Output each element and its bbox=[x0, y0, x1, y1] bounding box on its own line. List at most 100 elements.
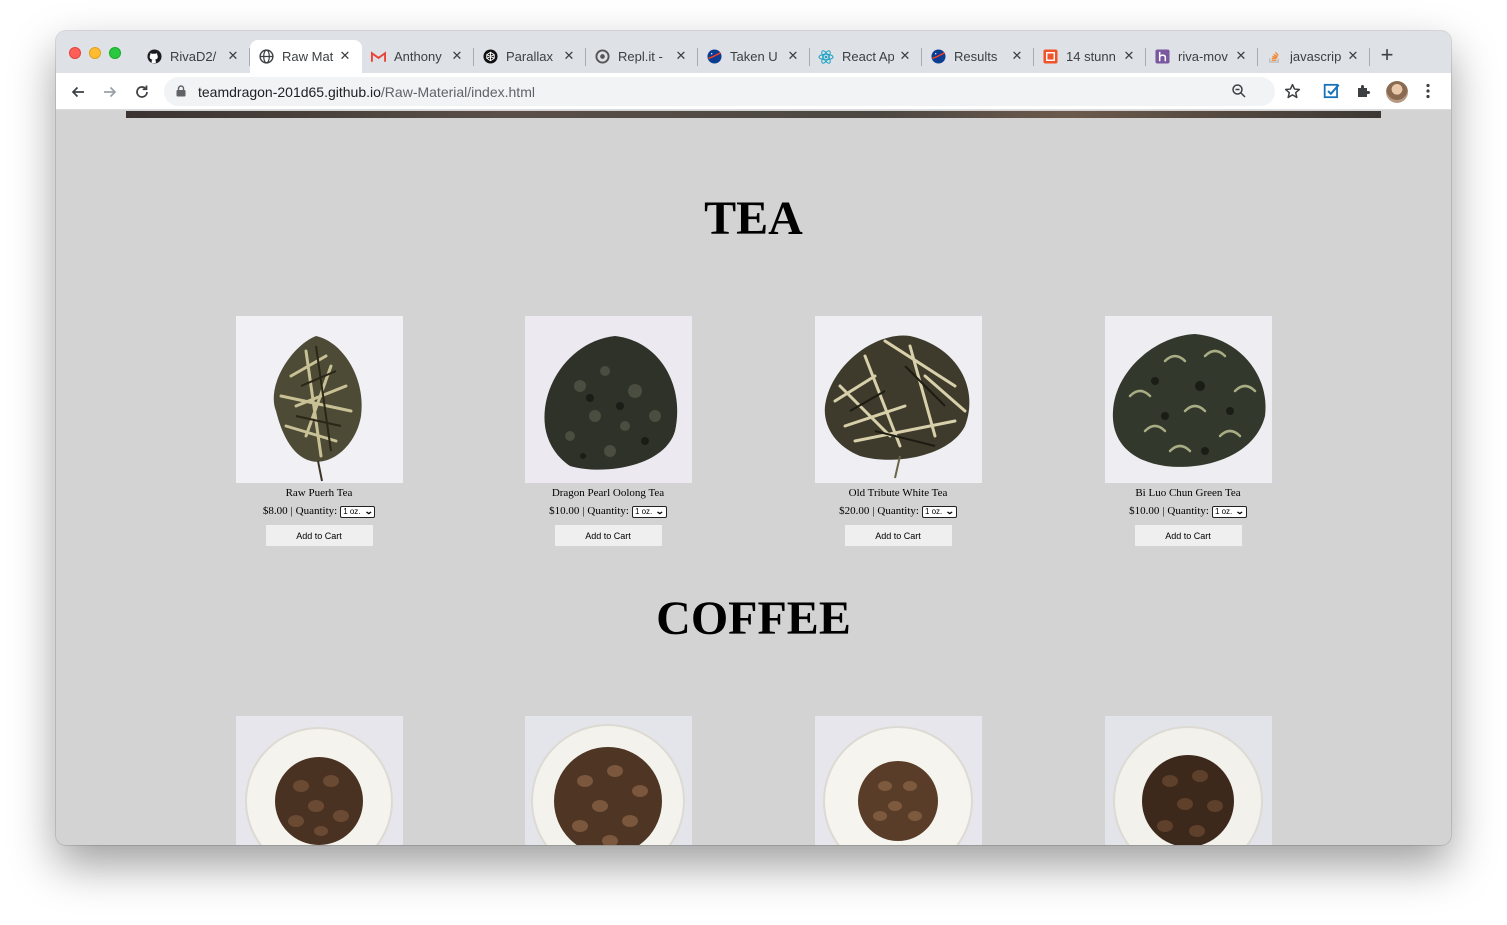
close-tab-icon[interactable]: ✕ bbox=[1234, 49, 1248, 63]
add-to-cart-button[interactable]: Add to Cart bbox=[265, 525, 373, 546]
minimize-window-button[interactable] bbox=[89, 47, 101, 59]
close-tab-icon[interactable]: ✕ bbox=[450, 49, 464, 63]
close-tab-icon[interactable]: ✕ bbox=[786, 49, 800, 63]
arrow-left-icon bbox=[71, 86, 84, 98]
tab-replit[interactable]: Repl.it - ✕ bbox=[586, 40, 698, 73]
close-tab-icon[interactable]: ✕ bbox=[226, 49, 240, 63]
tab-label: Parallax bbox=[506, 49, 553, 64]
product-name: Old Tribute White Tea bbox=[848, 487, 948, 499]
product-name: Bi Luo Chun Green Tea bbox=[1135, 487, 1241, 499]
close-tab-icon[interactable]: ✕ bbox=[674, 49, 688, 63]
browser-toolbar: teamdragon-201d65.github.io/Raw-Material… bbox=[56, 73, 1451, 110]
product-price: $10.00 bbox=[549, 505, 580, 517]
old-tribute-white-tea-image bbox=[814, 316, 982, 483]
product-card-raw-puerh-tea: Raw Puerh Tea $8.00 | Quantity: 1 oz. ⌄ A… bbox=[209, 316, 429, 546]
quantity-label: | Quantity: bbox=[290, 505, 338, 517]
quantity-select[interactable]: 1 oz. ⌄ bbox=[340, 505, 376, 518]
address-bar[interactable]: teamdragon-201d65.github.io/Raw-Material… bbox=[164, 77, 1275, 106]
chevron-down-icon: ⌄ bbox=[655, 506, 665, 516]
close-window-button[interactable] bbox=[69, 47, 81, 59]
dragon-pearl-oolong-tea-image bbox=[524, 316, 692, 483]
coffee-section-title: COFFEE bbox=[656, 592, 851, 645]
product-card-coffee-1 bbox=[209, 716, 429, 845]
product-card-coffee-3 bbox=[788, 716, 1008, 845]
heroku-icon bbox=[1154, 49, 1170, 65]
tab-label: Results bbox=[954, 49, 998, 64]
back-button[interactable] bbox=[66, 80, 90, 104]
extensions-puzzle-icon[interactable] bbox=[1354, 81, 1374, 101]
github-icon bbox=[146, 49, 162, 65]
product-card-old-tribute-white-tea: Old Tribute White Tea $20.00 | Quantity:… bbox=[788, 316, 1008, 546]
tab-nasa-taken[interactable]: Taken U ✕ bbox=[698, 40, 810, 73]
lock-icon bbox=[176, 85, 186, 97]
add-to-cart-button[interactable]: Add to Cart bbox=[844, 525, 952, 546]
tab-gmail[interactable]: Anthony ✕ bbox=[362, 40, 474, 73]
tab-label: React Ap bbox=[842, 49, 894, 64]
price-quantity-line: $8.00 | Quantity: 1 oz. ⌄ bbox=[209, 504, 429, 519]
quantity-value: 1 oz. bbox=[924, 507, 943, 516]
product-price: $20.00 bbox=[839, 505, 870, 517]
tab-strip: RivaD2/ ✕ Raw Mat ✕ Anthony ✕ Parallax ✕… bbox=[56, 31, 1451, 73]
tab-label: 14 stunn bbox=[1066, 49, 1116, 64]
nasa-icon bbox=[930, 49, 946, 65]
add-to-cart-button[interactable]: Add to Cart bbox=[1134, 525, 1242, 546]
quantity-select[interactable]: 1 oz. ⌄ bbox=[921, 505, 957, 518]
tab-stackoverflow[interactable]: javascrip ✕ bbox=[1258, 40, 1370, 73]
close-tab-icon[interactable]: ✕ bbox=[1122, 49, 1136, 63]
zoom-icon[interactable] bbox=[1231, 83, 1247, 99]
chevron-down-icon: ⌄ bbox=[1235, 506, 1245, 516]
task-extension-icon[interactable] bbox=[1322, 81, 1342, 101]
tab-codepen[interactable]: Parallax ✕ bbox=[474, 40, 586, 73]
bookmark-star-icon[interactable] bbox=[1282, 81, 1302, 101]
close-tab-icon[interactable]: ✕ bbox=[562, 49, 576, 63]
new-tab-button[interactable]: + bbox=[1376, 44, 1398, 67]
globe-icon bbox=[258, 49, 274, 65]
tab-codebeautify[interactable]: 14 stunn ✕ bbox=[1034, 40, 1146, 73]
url-path: /Raw-Material/index.html bbox=[380, 84, 535, 100]
quantity-value: 1 oz. bbox=[343, 507, 361, 516]
tab-react[interactable]: React Ap ✕ bbox=[810, 40, 922, 73]
arrow-right-icon bbox=[104, 86, 117, 98]
reload-icon bbox=[136, 85, 148, 98]
quantity-value: 1 oz. bbox=[1214, 507, 1233, 516]
tab-label: Anthony bbox=[394, 49, 442, 64]
replit-icon bbox=[594, 49, 610, 65]
maximize-window-button[interactable] bbox=[109, 47, 121, 59]
tab-label: Raw Mat bbox=[282, 49, 334, 64]
tab-label: javascrip bbox=[1290, 49, 1342, 64]
product-price: $8.00 bbox=[262, 505, 288, 517]
url-host: teamdragon-201d65.github.io bbox=[198, 84, 381, 100]
profile-avatar[interactable] bbox=[1386, 81, 1408, 103]
reload-button[interactable] bbox=[130, 80, 154, 104]
tab-github[interactable]: RivaD2/ ✕ bbox=[138, 40, 250, 73]
product-price: $10.00 bbox=[1129, 505, 1160, 517]
quantity-select[interactable]: 1 oz. ⌄ bbox=[631, 505, 667, 518]
stackoverflow-icon bbox=[1266, 49, 1282, 65]
tab-raw-material[interactable]: Raw Mat ✕ bbox=[250, 40, 362, 73]
tab-nasa-results[interactable]: Results ✕ bbox=[922, 40, 1034, 73]
gmail-icon bbox=[370, 49, 386, 65]
product-card-coffee-2 bbox=[498, 716, 718, 845]
add-to-cart-button[interactable]: Add to Cart bbox=[554, 525, 662, 546]
menu-kebab-icon[interactable] bbox=[1418, 81, 1438, 101]
close-tab-icon[interactable]: ✕ bbox=[1010, 49, 1024, 63]
price-quantity-line: $10.00 | Quantity: 1 oz. ⌄ bbox=[498, 504, 718, 519]
close-tab-icon[interactable]: ✕ bbox=[1346, 49, 1360, 63]
react-icon bbox=[818, 49, 834, 65]
tab-heroku[interactable]: riva-mov ✕ bbox=[1146, 40, 1258, 73]
product-name: Raw Puerh Tea bbox=[285, 487, 353, 499]
tab-label: RivaD2/ bbox=[170, 49, 217, 64]
chevron-down-icon: ⌄ bbox=[363, 506, 374, 516]
close-tab-icon[interactable]: ✕ bbox=[338, 49, 352, 63]
product-name: Dragon Pearl Oolong Tea bbox=[551, 487, 665, 499]
forward-button[interactable] bbox=[98, 80, 122, 104]
product-card-dragon-pearl-oolong-tea: Dragon Pearl Oolong Tea $10.00 | Quantit… bbox=[498, 316, 718, 546]
page-content: TEA Raw Puerh Tea $8.00 | Quantity: 1 oz… bbox=[56, 111, 1451, 845]
coffee-beans-image bbox=[814, 716, 982, 845]
quantity-select[interactable]: 1 oz. ⌄ bbox=[1211, 505, 1247, 518]
quantity-label: | Quantity: bbox=[1162, 505, 1209, 517]
codepen-icon bbox=[482, 49, 498, 65]
close-tab-icon[interactable]: ✕ bbox=[898, 49, 912, 63]
coffee-beans-image bbox=[235, 716, 403, 845]
coffee-beans-image bbox=[524, 716, 692, 845]
